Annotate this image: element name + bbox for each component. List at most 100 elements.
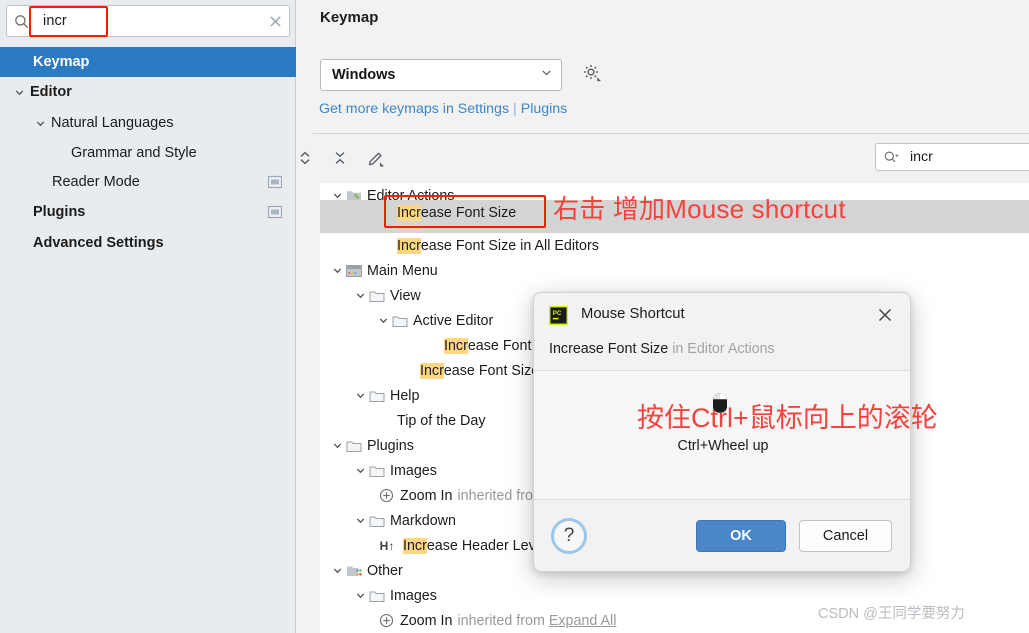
get-more-keymaps-links: Get more keymaps in Settings | Plugins [319, 101, 567, 117]
keymap-settings-gear-button[interactable] [578, 62, 604, 88]
ok-button[interactable]: OK [696, 520, 786, 552]
folder-icon [368, 462, 385, 479]
zoom-in-icon [378, 487, 395, 504]
tree-row-highlight: Incr [444, 337, 468, 354]
tree-search-box[interactable]: incr [875, 143, 1029, 171]
dialog-action-context: in Editor Actions [672, 341, 775, 357]
tree-row-label: ease Font Size in All Editors [420, 237, 599, 254]
tree-row-label: Images [390, 587, 437, 604]
sidebar-item-label: Keymap [33, 54, 90, 70]
annotation-right-click-note: 右击 增加Mouse shortcut [553, 194, 846, 224]
sidebar-item-reader-mode[interactable]: Reader Mode [0, 167, 296, 197]
cancel-button[interactable]: Cancel [799, 520, 892, 552]
chevron-down-icon[interactable] [353, 588, 368, 603]
tree-row-label: ease Header Level [426, 537, 547, 554]
keymap-select-value: Windows [332, 67, 396, 83]
tree-row-label: Zoom In [400, 487, 453, 504]
tree-search-input[interactable]: incr [910, 149, 933, 165]
sidebar-item-label: Plugins [33, 204, 86, 220]
link-separator: | [513, 101, 517, 117]
annotation-ctrl-wheel-note: 按住Ctrl+鼠标向上的滚轮 [637, 403, 938, 433]
folder-icon [345, 437, 362, 454]
other-icon [345, 562, 362, 579]
sidebar-item-advanced-settings[interactable]: Advanced Settings [0, 228, 296, 258]
expand-collapse-icon[interactable] [297, 150, 313, 171]
sidebar-item-label: Reader Mode [52, 174, 140, 190]
chevron-down-icon[interactable] [353, 513, 368, 528]
zoom-in-icon [378, 612, 395, 629]
plugins-link[interactable]: Plugins [521, 101, 568, 117]
keymap-select[interactable]: Windows [320, 59, 562, 91]
tree-row-label: Active Editor [413, 312, 494, 329]
tree-row-highlight: Incr [397, 237, 421, 254]
tree-row-highlight: Incr [403, 537, 427, 554]
dialog-titlebar: PC Mouse Shortcut [534, 293, 910, 337]
dialog-action-name: Increase Font Size [549, 341, 669, 357]
search-dropdown-icon[interactable] [884, 150, 900, 164]
chevron-down-icon[interactable] [353, 463, 368, 478]
settings-window: incr Keymap Editor Natural Languages Gra… [0, 0, 1029, 633]
dialog-footer: ? OK Cancel [534, 500, 910, 571]
gear-icon [581, 62, 602, 88]
page-title: Keymap [320, 9, 379, 26]
folder-icon [368, 287, 385, 304]
sidebar-item-grammar-and-style[interactable]: Grammar and Style [0, 138, 296, 168]
folder-icon [368, 387, 385, 404]
dialog-title: Mouse Shortcut [581, 306, 685, 322]
help-button[interactable]: ? [551, 518, 587, 554]
tree-row-label: Images [390, 462, 437, 479]
clear-search-icon[interactable] [261, 15, 289, 28]
sidebar-item-label: Editor [30, 84, 72, 100]
folder-icon [368, 587, 385, 604]
search-input[interactable]: incr [36, 13, 261, 29]
chevron-down-icon[interactable] [12, 85, 26, 99]
keymap-tree-toolbar [297, 145, 385, 175]
chevron-down-icon[interactable] [353, 388, 368, 403]
chevron-down-icon[interactable] [376, 313, 391, 328]
sidebar-item-keymap[interactable]: Keymap [0, 47, 296, 77]
tree-row-label: Help [390, 387, 420, 404]
main-menu-icon [345, 262, 362, 279]
folder-icon [391, 312, 408, 329]
watermark: CSDN @王同学要努力 [818, 606, 965, 622]
plugin-badge-icon [267, 205, 283, 223]
tree-row-label: Other [367, 562, 403, 579]
tree-row-label: View [390, 287, 421, 304]
sidebar-item-plugins[interactable]: Plugins [0, 197, 296, 227]
collapse-all-icon[interactable] [332, 150, 348, 171]
svg-text:PC: PC [553, 310, 562, 317]
sidebar-item-label: Grammar and Style [71, 145, 197, 161]
mouse-wheel-icon [711, 392, 729, 414]
chevron-down-icon[interactable] [353, 288, 368, 303]
tree-row-main-menu[interactable]: Main Menu [320, 258, 1029, 283]
plugin-badge-icon [267, 175, 283, 193]
chevron-down-icon[interactable] [540, 66, 553, 84]
chevron-down-icon[interactable] [330, 563, 345, 578]
chevron-down-icon[interactable] [33, 116, 47, 130]
tree-row-highlight: Incr [420, 362, 444, 379]
close-icon[interactable] [874, 304, 896, 326]
folder-icon [368, 512, 385, 529]
tree-row-label: Plugins [367, 437, 414, 454]
settings-search-box[interactable]: incr [6, 5, 290, 37]
chevron-down-icon[interactable] [330, 263, 345, 278]
sidebar-item-editor[interactable]: Editor [0, 77, 296, 107]
edit-shortcut-icon[interactable] [367, 149, 385, 172]
tree-row-inherited-note: inherited from Expand All [457, 612, 617, 629]
tree-row-label: Main Menu [367, 262, 438, 279]
settings-link[interactable]: Get more keymaps in Settings [319, 101, 509, 117]
chevron-down-icon[interactable] [330, 438, 345, 453]
header-up-icon: H↑ [379, 538, 395, 553]
divider [313, 133, 1029, 134]
tree-row-increase-font-size-all-editors[interactable]: Incr ease Font Size in All Editors [320, 233, 1029, 258]
dialog-capture-area[interactable] [534, 371, 910, 499]
tree-row-highlight: Incr [397, 204, 421, 221]
search-icon [14, 14, 36, 29]
dialog-subject: Increase Font Size in Editor Actions [549, 341, 775, 357]
tree-row-label: Tip of the Day [397, 412, 486, 429]
tree-row-label: Markdown [390, 512, 456, 529]
settings-sidebar: incr Keymap Editor Natural Languages Gra… [0, 0, 296, 633]
sidebar-item-natural-languages[interactable]: Natural Languages [0, 108, 296, 138]
dialog-shortcut-text: Ctrl+Wheel up [677, 438, 769, 454]
sidebar-item-label: Natural Languages [51, 115, 174, 131]
